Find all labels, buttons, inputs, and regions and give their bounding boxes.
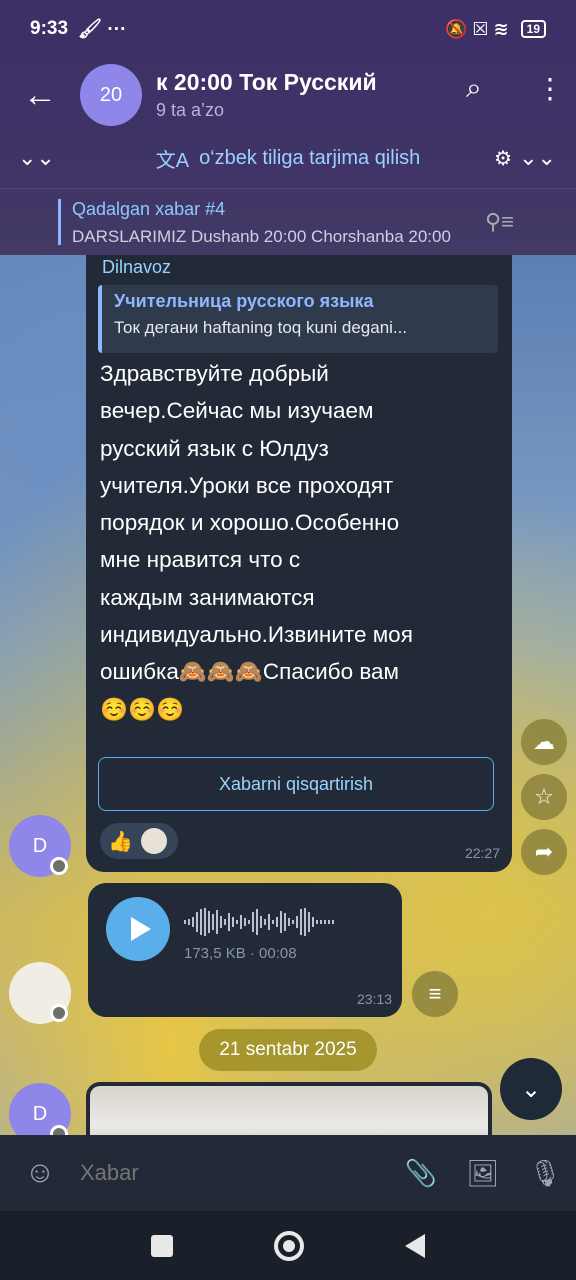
play-icon (131, 917, 151, 941)
attach-icon[interactable]: 📎 (390, 1158, 452, 1189)
pin-list-icon[interactable]: ⚲≡ (485, 209, 514, 235)
status-icons: 🔕 ☒ ≋ (445, 18, 509, 39)
message-input[interactable] (80, 1160, 390, 1186)
thumbs-up-icon: 👍 (108, 830, 133, 853)
status-time: 9:33 (30, 18, 69, 39)
message-text: Здравствуйте добрый вечер.Сейчас мы изуч… (100, 361, 413, 722)
star-icon[interactable]: ☆ (521, 774, 567, 820)
photo-image[interactable] (90, 1086, 488, 1135)
status-right: 🔕 ☒ ≋ 19 (445, 19, 546, 40)
translate-button[interactable]: 文A o‘zbek tiliga tarjima qilish (156, 144, 421, 173)
expand-chevron-icon[interactable]: ⌄⌄ (519, 145, 556, 171)
microphone-icon[interactable]: 🎙 (514, 1158, 576, 1189)
translate-settings-icon[interactable]: ⚙ (494, 146, 512, 171)
message-input-bar: ☺ 📎 🖼 🎙 (0, 1135, 576, 1211)
reactor-avatar (140, 828, 167, 854)
online-status-dot (50, 857, 68, 875)
status-extra-icons: 🖌 ··· (78, 19, 127, 40)
translate-icon: 文A (155, 149, 190, 172)
pinned-text: DARSLARIMIZ Dushanb 20:00 Chorshanba 20:… (72, 227, 451, 246)
home-icon[interactable] (273, 1230, 304, 1261)
reactions: 👍 (100, 823, 178, 859)
search-icon[interactable]: ⌕ (466, 72, 482, 105)
voice-size-duration: 173,5 KB · 00:08 (184, 945, 297, 962)
pinned-title: Qadalgan xabar #4 (72, 199, 226, 219)
pinned-indicator (58, 199, 61, 245)
cloud-icon[interactable]: ☁ (521, 719, 567, 765)
message-bubble[interactable]: Dilnavoz Учительница русского языка Ток … (86, 255, 512, 872)
sticker-icon[interactable]: 🖼 (452, 1158, 514, 1189)
chat-header-area: 9:33 🖌 ··· 🔕 ☒ ≋ 19 ← 20 к 20:00 Ток Рус… (0, 0, 576, 255)
scroll-down-icon[interactable]: ⌄ (500, 1058, 562, 1120)
chat-title-block[interactable]: к 20:00 Ток Русский 9 ta a’zo (156, 69, 426, 121)
chat-area[interactable]: Dilnavoz Учительница русского языка Ток … (0, 255, 576, 1135)
reply-quote[interactable]: Учительница русского языка Ток дегани ha… (98, 285, 498, 353)
reply-title: Учительница русского языка (114, 291, 374, 311)
chat-title: к 20:00 Ток Русский (156, 69, 377, 95)
reply-text: Ток дегани haftaning toq kuni degani... (114, 318, 408, 337)
back-arrow-icon[interactable]: ← (0, 76, 80, 115)
online-status-dot (50, 1004, 68, 1022)
waveform[interactable] (184, 907, 334, 937)
date-separator: 21 sentabr 2025 (199, 1029, 377, 1071)
voice-time: 23:13 (356, 991, 392, 1007)
collapse-chevron-icon[interactable]: ⌄⌄ (18, 145, 55, 171)
nav-back-icon[interactable] (405, 1233, 426, 1258)
app-bar: ← 20 к 20:00 Ток Русский 9 ta a’zo ⌕ ⋮ (0, 58, 576, 132)
play-button[interactable] (106, 897, 170, 961)
status-bar: 9:33 🖌 ··· 🔕 ☒ ≋ 19 (0, 0, 576, 58)
list-icon[interactable]: ≡ (412, 971, 458, 1017)
member-count: 9 ta a’zo (156, 100, 225, 120)
battery-icon: 19 (520, 20, 546, 38)
group-avatar[interactable]: 20 (80, 64, 142, 126)
share-icon[interactable]: ➦ (521, 829, 567, 875)
translate-label: o‘zbek tiliga tarjima qilish (199, 146, 421, 169)
message-sender[interactable]: Dilnavoz (102, 257, 171, 278)
more-menu-icon[interactable]: ⋮ (536, 72, 564, 105)
message-time: 22:27 (464, 845, 500, 861)
reaction-thumbs-up[interactable]: 👍 (100, 823, 178, 859)
photo-message-bubble[interactable] (86, 1082, 492, 1135)
system-nav-bar (0, 1211, 576, 1280)
voice-message-bubble[interactable]: 173,5 KB · 00:08 23:13 (88, 883, 402, 1017)
emoji-icon[interactable]: ☺ (0, 1156, 80, 1190)
shorten-message-button[interactable]: Xabarni qisqartirish (98, 757, 494, 811)
pinned-message-bar[interactable]: Qadalgan xabar #4 DARSLARIMIZ Dushanb 20… (0, 188, 576, 254)
translate-bar[interactable]: ⌄⌄ 文A o‘zbek tiliga tarjima qilish ⚙ ⌄⌄ (0, 135, 576, 181)
recents-icon[interactable] (150, 1234, 173, 1257)
